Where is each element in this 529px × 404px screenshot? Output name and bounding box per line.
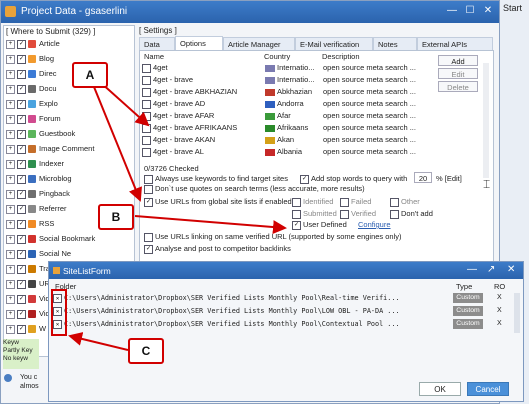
annotation-label-a: A [72,62,108,88]
annotation-overlay [51,81,287,351]
annotation-label-b: B [98,204,134,230]
annotation-label-c: C [128,338,164,364]
annotation-highlight-box [51,289,67,336]
annotation-arrow-b [134,215,287,235]
annotation-arrow-a [91,81,142,202]
annotation-arrow-c [68,332,129,351]
